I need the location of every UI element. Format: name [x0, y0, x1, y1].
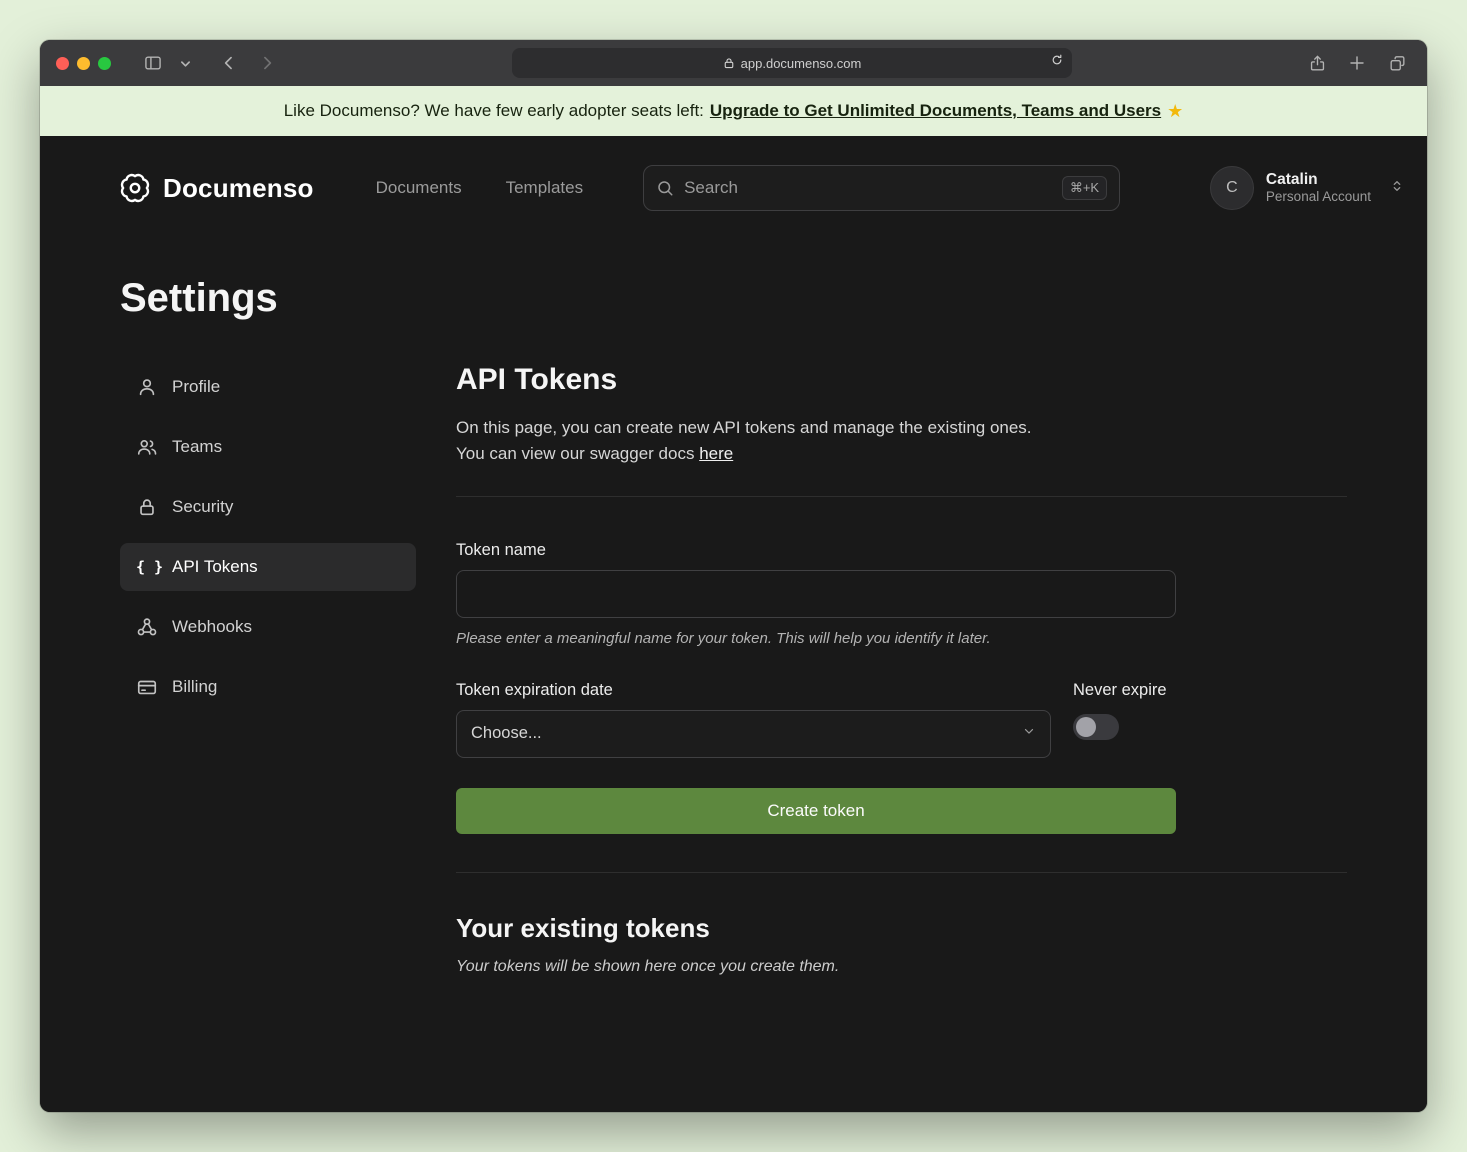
window-controls [56, 57, 111, 70]
chevron-up-down-icon [1389, 178, 1405, 199]
token-name-hint: Please enter a meaningful name for your … [456, 630, 1347, 647]
search-input[interactable]: Search ⌘+K [643, 165, 1120, 211]
existing-tokens-heading: Your existing tokens [456, 913, 1347, 944]
credit-card-icon [136, 676, 158, 698]
account-menu[interactable]: C Catalin Personal Account [1210, 166, 1405, 210]
refresh-icon[interactable] [1050, 53, 1064, 70]
star-icon: ★ [1167, 101, 1183, 122]
sidebar-label: API Tokens [172, 557, 258, 577]
back-button[interactable] [215, 50, 243, 76]
never-expire-toggle[interactable] [1073, 714, 1119, 740]
never-expire-label: Never expire [1073, 681, 1167, 700]
brand-name: Documenso [163, 173, 314, 204]
nav-documents[interactable]: Documents [376, 178, 462, 198]
close-window-button[interactable] [56, 57, 69, 70]
promo-text: Like Documenso? We have few early adopte… [284, 101, 704, 121]
sidebar-label: Webhooks [172, 617, 252, 637]
app-header: Documenso Documents Templates Search ⌘+K… [40, 136, 1427, 240]
main-nav: Documents Templates [376, 178, 583, 198]
sidebar-item-api-tokens[interactable]: { } API Tokens [120, 543, 416, 591]
account-type: Personal Account [1266, 189, 1371, 206]
create-token-button[interactable]: Create token [456, 788, 1176, 834]
search-placeholder: Search [684, 178, 738, 198]
account-name: Catalin [1266, 170, 1371, 189]
section-description-line2: You can view our swagger docs [456, 444, 699, 463]
sidebar-toggle-icon[interactable] [139, 50, 167, 76]
token-name-input[interactable] [456, 570, 1176, 618]
api-tokens-panel: API Tokens On this page, you can create … [456, 363, 1347, 976]
toggle-knob [1076, 717, 1096, 737]
documenso-logo-icon [120, 173, 150, 203]
nav-templates[interactable]: Templates [506, 178, 583, 198]
zoom-window-button[interactable] [98, 57, 111, 70]
section-heading: API Tokens [456, 363, 1347, 397]
search-shortcut-badge: ⌘+K [1062, 176, 1107, 200]
search-icon [656, 179, 674, 197]
sidebar-label: Profile [172, 377, 220, 397]
lock-icon [136, 496, 158, 518]
settings-sidebar: Profile Teams Security { } [120, 363, 416, 976]
expiration-selected-value: Choose... [471, 724, 542, 743]
webhook-icon [136, 616, 158, 638]
users-icon [136, 436, 158, 458]
forward-button[interactable] [253, 50, 281, 76]
swagger-docs-link[interactable]: here [699, 444, 733, 463]
sidebar-item-profile[interactable]: Profile [120, 363, 416, 411]
sidebar-item-billing[interactable]: Billing [120, 663, 416, 711]
avatar-initial: C [1226, 179, 1238, 197]
minimize-window-button[interactable] [77, 57, 90, 70]
promo-banner: Like Documenso? We have few early adopte… [40, 86, 1427, 136]
braces-icon: { } [136, 558, 158, 576]
existing-tokens-hint: Your tokens will be shown here once you … [456, 958, 1347, 976]
sidebar-item-teams[interactable]: Teams [120, 423, 416, 471]
divider [456, 496, 1347, 497]
browser-titlebar: app.documenso.com [40, 40, 1427, 86]
browser-window: app.documenso.com [40, 40, 1427, 1112]
share-icon[interactable] [1303, 50, 1331, 76]
expiration-label: Token expiration date [456, 681, 1051, 700]
app-page: Documenso Documents Templates Search ⌘+K… [40, 136, 1427, 1112]
section-description-line1: On this page, you can create new API tok… [456, 415, 1347, 441]
sidebar-label: Billing [172, 677, 217, 697]
divider [456, 872, 1347, 873]
url-text: app.documenso.com [741, 56, 862, 71]
sidebar-label: Teams [172, 437, 222, 457]
upgrade-link[interactable]: Upgrade to Get Unlimited Documents, Team… [710, 101, 1161, 121]
lock-icon [723, 57, 735, 69]
user-icon [136, 376, 158, 398]
page-title: Settings [40, 240, 1427, 321]
address-bar[interactable]: app.documenso.com [512, 48, 1072, 78]
token-name-label: Token name [456, 541, 1347, 560]
brand[interactable]: Documenso [120, 173, 314, 204]
sidebar-item-security[interactable]: Security [120, 483, 416, 531]
sidebar-label: Security [172, 497, 233, 517]
sidebar-chevron-icon[interactable] [177, 50, 193, 76]
sidebar-item-webhooks[interactable]: Webhooks [120, 603, 416, 651]
tab-overview-icon[interactable] [1383, 50, 1411, 76]
expiration-select[interactable]: Choose... [456, 710, 1051, 758]
chevron-down-icon [1022, 724, 1036, 743]
new-tab-icon[interactable] [1343, 50, 1371, 76]
avatar: C [1210, 166, 1254, 210]
